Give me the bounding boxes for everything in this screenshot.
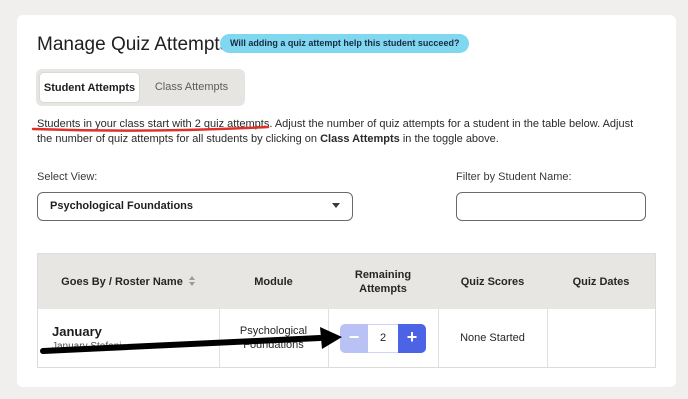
- page-title: Manage Quiz Attempts: [37, 34, 230, 55]
- col-header-dates: Quiz Dates: [572, 275, 630, 288]
- col-header-scores: Quiz Scores: [460, 275, 525, 288]
- col-header-name-label: Goes By / Roster Name: [61, 275, 183, 288]
- description-text: Students in your class start with 2 quiz…: [37, 117, 647, 147]
- student-name: January: [52, 324, 102, 339]
- col-divider: [328, 309, 329, 367]
- tab-class-attempts[interactable]: Class Attempts: [140, 72, 243, 103]
- chevron-down-icon: [332, 203, 340, 208]
- description-bold: Class Attempts: [320, 133, 400, 145]
- decrement-button[interactable]: −: [340, 324, 368, 353]
- attempts-table: Goes By / Roster Name Module Remaining A…: [37, 253, 656, 368]
- filter-name-label: Filter by Student Name:: [456, 171, 572, 183]
- attempts-toggle: Student Attempts Class Attempts: [36, 69, 245, 106]
- attempts-stepper: − 2 +: [340, 324, 426, 353]
- quiz-dates-cell: [547, 309, 655, 367]
- description-part2: in the toggle above.: [399, 133, 499, 145]
- col-header-remaining: Remaining Attempts: [354, 268, 412, 295]
- sort-icon[interactable]: [188, 276, 196, 287]
- col-header-name[interactable]: Goes By / Roster Name: [38, 254, 219, 309]
- filter-name-input[interactable]: [456, 192, 646, 221]
- col-header-module: Module: [254, 275, 293, 288]
- student-roster-name: January Stefani: [52, 341, 122, 352]
- help-pill-button[interactable]: Will adding a quiz attempt help this stu…: [220, 34, 470, 53]
- increment-button[interactable]: +: [398, 324, 426, 353]
- quiz-scores-cell: None Started: [460, 332, 525, 344]
- module-cell: Psychological Foundations: [239, 325, 308, 351]
- attempts-value[interactable]: 2: [368, 324, 398, 353]
- table-header: Goes By / Roster Name Module Remaining A…: [38, 254, 655, 309]
- main-card: Manage Quiz Attempts Will adding a quiz …: [17, 15, 676, 387]
- tab-student-attempts[interactable]: Student Attempts: [39, 72, 140, 103]
- select-view-label: Select View:: [37, 171, 98, 183]
- select-view-value: Psychological Foundations: [50, 200, 194, 212]
- select-view-dropdown[interactable]: Psychological Foundations: [37, 192, 353, 221]
